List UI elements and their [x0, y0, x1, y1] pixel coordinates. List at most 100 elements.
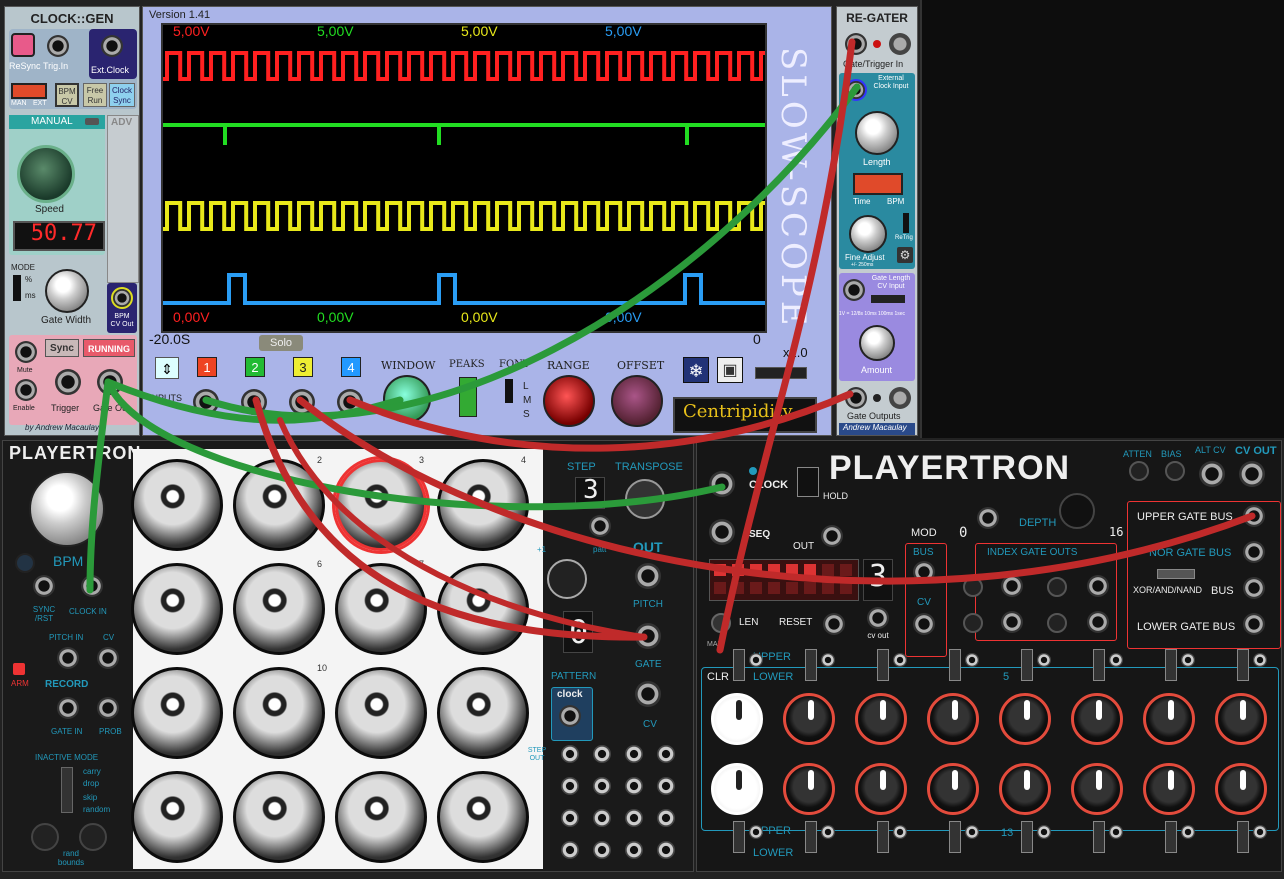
step-pad[interactable] [131, 459, 223, 551]
free-run-button[interactable]: Free Run [83, 83, 107, 107]
mute-jack[interactable] [15, 341, 37, 363]
speed-knob[interactable] [17, 145, 75, 203]
clock-jack-pr[interactable] [709, 471, 735, 497]
xor-bus-jack[interactable] [1243, 577, 1265, 599]
step-pad[interactable] [233, 563, 325, 655]
running-button[interactable]: RUNNING [83, 339, 135, 357]
index-knob-1[interactable] [963, 577, 983, 597]
step-value-knob[interactable] [1215, 693, 1267, 745]
upper-gate-bus-jack[interactable] [1243, 505, 1265, 527]
bpm-small-knob[interactable] [15, 553, 35, 573]
step-out-jack[interactable] [657, 777, 675, 795]
alt-cv-jack[interactable] [1199, 461, 1225, 487]
rand-bound-low-knob[interactable] [31, 823, 59, 851]
step-toggle-switch[interactable] [949, 821, 961, 853]
fine-adjust-knob[interactable] [849, 215, 887, 253]
channel-4-button[interactable]: 4 [341, 357, 361, 377]
input-1-jack[interactable] [193, 389, 219, 415]
ext-clock-input-jack[interactable] [845, 79, 867, 101]
step-gate-jack[interactable] [893, 825, 907, 839]
step-value-knob[interactable] [999, 693, 1051, 745]
gate-length-cv-jack[interactable] [843, 279, 865, 301]
index-knob-3[interactable] [963, 613, 983, 633]
clock-out-jack[interactable] [559, 705, 581, 727]
step-gate-jack[interactable] [821, 653, 835, 667]
mod-jack[interactable] [977, 507, 999, 529]
patt-jack[interactable] [589, 515, 611, 537]
trigger-jack[interactable] [55, 369, 81, 395]
step-out-jack[interactable] [625, 841, 643, 859]
step-pad[interactable] [437, 771, 529, 863]
len-knob[interactable] [711, 613, 731, 633]
step-pad[interactable] [131, 771, 223, 863]
step-pad[interactable] [437, 667, 529, 759]
step-out-jack[interactable] [593, 809, 611, 827]
length-knob[interactable] [855, 111, 899, 155]
amount-knob[interactable] [859, 325, 895, 361]
bias-knob[interactable] [1165, 461, 1185, 481]
step-gate-jack[interactable] [965, 653, 979, 667]
enable-jack[interactable] [15, 379, 37, 401]
input-4-jack[interactable] [337, 389, 363, 415]
step-gate-jack[interactable] [1253, 825, 1267, 839]
step-value-knob[interactable] [1143, 763, 1195, 815]
ext-clock-jack[interactable] [101, 35, 123, 57]
step-pad[interactable] [233, 771, 325, 863]
index-knob-4[interactable] [1047, 613, 1067, 633]
pitch-in-jack[interactable] [57, 647, 79, 669]
index-gate-2-jack[interactable] [1087, 575, 1109, 597]
step-out-jack[interactable] [625, 809, 643, 827]
step-toggle-switch[interactable] [805, 821, 817, 853]
step-gate-jack[interactable] [1109, 825, 1123, 839]
step-out-jack[interactable] [657, 841, 675, 859]
step-value-knob[interactable] [1143, 693, 1195, 745]
bus-jack[interactable] [913, 561, 935, 583]
step-gate-jack[interactable] [749, 825, 763, 839]
lower-gate-bus-jack[interactable] [1243, 613, 1265, 635]
step-value-knob[interactable] [927, 763, 979, 815]
step-out-jack[interactable] [561, 809, 579, 827]
range-knob[interactable] [543, 375, 595, 427]
step-value-knob[interactable] [1215, 763, 1267, 815]
gate-width-knob[interactable] [45, 269, 89, 313]
gate-trigger-in-jack-2[interactable] [889, 33, 911, 55]
out-jack-pr[interactable] [821, 525, 843, 547]
step-out-jack[interactable] [657, 809, 675, 827]
step-toggle-switch[interactable] [1093, 649, 1105, 681]
step-toggle-switch[interactable] [1165, 649, 1177, 681]
input-2-jack[interactable] [241, 389, 267, 415]
step-gate-jack[interactable] [1037, 825, 1051, 839]
cv-jack-pr[interactable] [913, 613, 935, 635]
step-out-jack[interactable] [593, 841, 611, 859]
prob-jack[interactable] [97, 697, 119, 719]
step-out-jack[interactable] [561, 745, 579, 763]
step-value-knob[interactable] [711, 693, 763, 745]
step-toggle-switch[interactable] [1021, 821, 1033, 853]
index-gate-1-jack[interactable] [1001, 575, 1023, 597]
step-value-knob[interactable] [855, 693, 907, 745]
transpose-knob[interactable] [625, 479, 665, 519]
input-3-jack[interactable] [289, 389, 315, 415]
save-button[interactable]: ▣ [717, 357, 743, 383]
retrig-switch[interactable] [903, 213, 909, 233]
step-gate-jack[interactable] [965, 825, 979, 839]
settings-gear-icon[interactable]: ⚙ [897, 247, 913, 263]
offset-knob[interactable] [611, 375, 663, 427]
scale-toggle-button[interactable]: ⇕ [155, 357, 179, 379]
index-gate-3-jack[interactable] [1001, 611, 1023, 633]
cv-out-main-jack[interactable] [1239, 461, 1265, 487]
step-toggle-switch[interactable] [805, 649, 817, 681]
man-ext-switch[interactable] [11, 83, 47, 99]
step-toggle-switch[interactable] [1237, 649, 1249, 681]
step-gate-jack[interactable] [1109, 653, 1123, 667]
gate-outputs-jack[interactable] [845, 387, 867, 409]
step-toggle-switch[interactable] [1093, 821, 1105, 853]
step-value-knob[interactable] [999, 763, 1051, 815]
step-value-knob[interactable] [927, 693, 979, 745]
arm-button[interactable] [13, 663, 25, 675]
index-knob-2[interactable] [1047, 577, 1067, 597]
xor-switch[interactable] [1157, 569, 1195, 579]
zoom-slider[interactable] [755, 367, 807, 379]
sync-rst-jack[interactable] [33, 575, 55, 597]
step-out-jack[interactable] [561, 777, 579, 795]
